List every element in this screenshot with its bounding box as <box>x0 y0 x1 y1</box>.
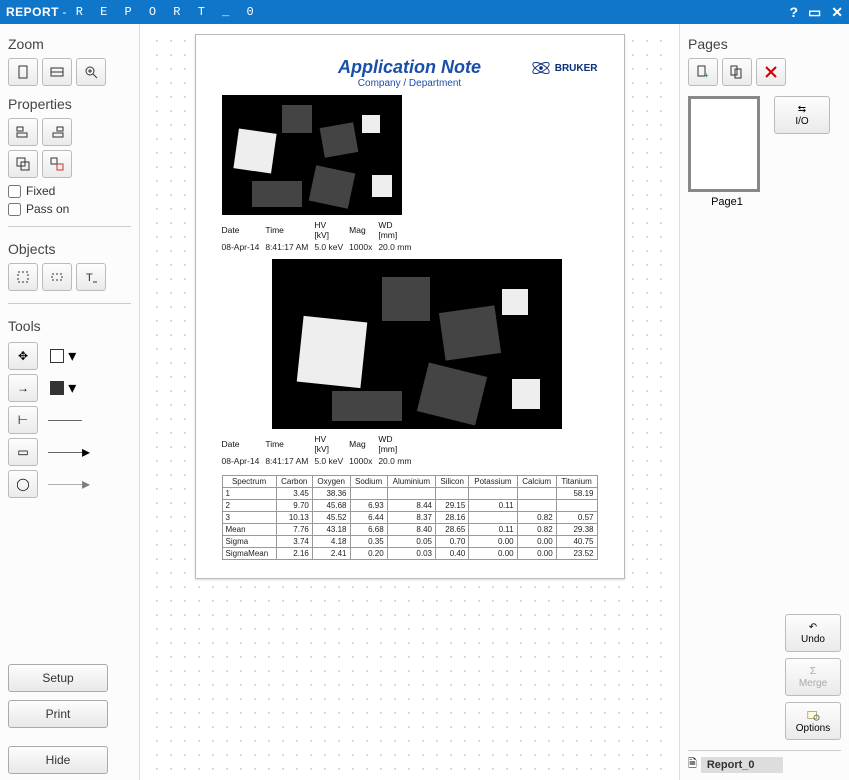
sigma-icon: Σ <box>810 666 816 677</box>
setup-button[interactable]: Setup <box>8 664 108 692</box>
tools-heading: Tools <box>8 318 131 334</box>
dup-page-icon[interactable] <box>722 58 752 86</box>
circle-tool-icon[interactable]: ◯ <box>8 470 38 498</box>
print-button[interactable]: Print <box>8 700 108 728</box>
metadata-table-2: DateTimeHV [kV]MagWD [mm] 08-Apr-148:41:… <box>222 433 418 467</box>
add-page-icon[interactable]: + <box>688 58 718 86</box>
window-type: REPORT <box>6 5 59 19</box>
resize-object-icon[interactable] <box>42 263 72 291</box>
page-thumbnail-label: Page1 <box>688 196 766 208</box>
properties-heading: Properties <box>8 96 131 112</box>
prop-align-right-icon[interactable] <box>42 118 72 146</box>
sem-image-2 <box>272 259 562 429</box>
hide-button[interactable]: Hide <box>8 746 108 774</box>
passon-checkbox[interactable]: Pass on <box>8 202 131 216</box>
close-icon[interactable]: ✕ <box>831 4 843 21</box>
sem-image-1 <box>222 95 402 215</box>
select-object-icon[interactable] <box>8 263 38 291</box>
prop-align-left-icon[interactable] <box>8 118 38 146</box>
report-tab[interactable]: Report_0 <box>701 757 783 773</box>
prop-ungroup-icon[interactable] <box>42 150 72 178</box>
report-page[interactable]: Application Note Company / Department BR… <box>195 34 625 579</box>
cursor-tool-icon[interactable]: ✥ <box>8 342 38 370</box>
swap-icon: ⇆ <box>798 104 806 115</box>
arrow-style-2[interactable]: ▸ <box>48 474 90 494</box>
merge-button: Σ Merge <box>785 658 841 696</box>
canvas-area[interactable]: Application Note Company / Department BR… <box>140 24 679 780</box>
line-tool-icon[interactable]: → <box>8 374 38 402</box>
zoom-in-icon[interactable] <box>76 58 106 86</box>
brand-logo: BRUKER <box>530 57 598 79</box>
undo-button[interactable]: ↶ Undo <box>785 614 841 652</box>
maximize-icon[interactable]: ▭ <box>808 4 821 21</box>
options-icon <box>806 708 820 722</box>
zoom-page-icon[interactable] <box>8 58 38 86</box>
help-icon[interactable]: ? <box>789 4 798 21</box>
fill-color-swatch[interactable]: ▾ <box>48 377 78 399</box>
svg-text:T: T <box>86 272 93 284</box>
options-button[interactable]: Options <box>785 702 841 740</box>
prop-group-icon[interactable] <box>8 150 38 178</box>
page-thumbnail[interactable] <box>688 96 760 192</box>
spectrum-table: SpectrumCarbonOxygenSodiumAluminiumSilic… <box>222 475 598 560</box>
svg-text:+: + <box>704 71 709 80</box>
zoom-heading: Zoom <box>8 36 131 52</box>
fixed-checkbox[interactable]: Fixed <box>8 184 131 198</box>
pages-heading: Pages <box>688 36 841 52</box>
rect-tool-icon[interactable]: ▭ <box>8 438 38 466</box>
report-tab-bar: 🗎 Report_0 <box>688 750 841 774</box>
page-icon: 🗎 <box>688 755 697 774</box>
zoom-width-icon[interactable] <box>42 58 72 86</box>
objects-heading: Objects <box>8 241 131 257</box>
titlebar: REPORT - R E P O R T _ 0 ? ▭ ✕ <box>0 0 849 24</box>
io-button[interactable]: ⇆ I/O <box>774 96 830 134</box>
stroke-color-swatch[interactable]: ▾ <box>48 345 78 367</box>
window-title: R E P O R T _ 0 <box>76 5 259 19</box>
metadata-table-1: DateTimeHV [kV]MagWD [mm] 08-Apr-148:41:… <box>222 219 418 253</box>
left-panel: Zoom Properties Fixed Pass on Objects T … <box>0 24 140 780</box>
right-panel: Pages + Page1 ⇆ I/O ↶ Undo Σ Merge <box>679 24 849 780</box>
delete-page-icon[interactable] <box>756 58 786 86</box>
arrow-style-1[interactable]: ▸ <box>48 442 90 462</box>
text-object-icon[interactable]: T <box>76 263 106 291</box>
line-style-thin[interactable] <box>48 420 82 421</box>
segment-tool-icon[interactable]: ⊢ <box>8 406 38 434</box>
undo-icon: ↶ <box>809 622 817 633</box>
report-subtitle: Company / Department <box>222 78 598 89</box>
